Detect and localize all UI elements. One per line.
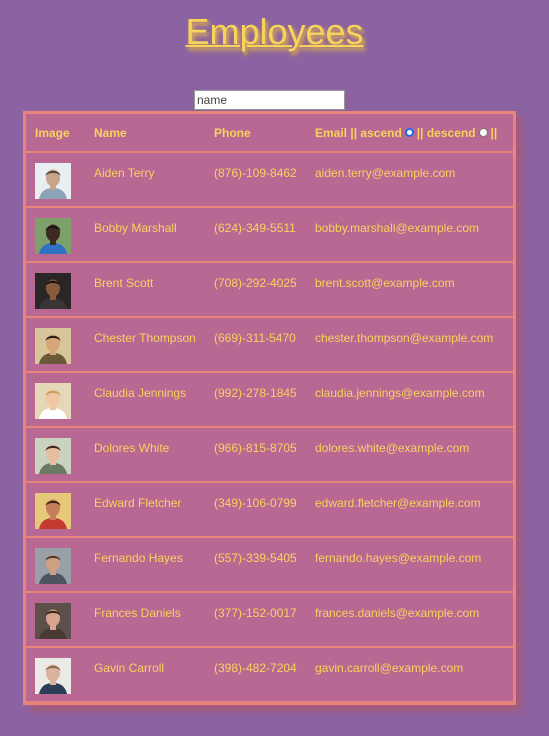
table-body: Aiden Terry (876)-109-8462 aiden.terry@exa… <box>23 153 516 701</box>
header-email-cell: Email || ascend || descend || <box>315 126 513 140</box>
employee-phone: (876)-109-8462 <box>214 166 297 180</box>
employee-table: Image Name Phone Email || ascend || desc… <box>23 111 516 705</box>
employee-name: Dolores White <box>94 441 170 455</box>
table-row: Claudia Jennings (992)-278-1845 claudia.je… <box>26 373 513 426</box>
table-row: Frances Daniels (377)-152-0017 frances.dan… <box>26 593 513 646</box>
avatar <box>35 658 71 694</box>
header-separator: || <box>416 125 424 140</box>
employee-name: Claudia Jennings <box>94 386 187 400</box>
employee-name: Brent Scott <box>94 276 154 290</box>
employee-phone: (557)-339-5405 <box>214 551 297 565</box>
employee-phone: (669)-311-5470 <box>214 331 296 345</box>
avatar-cell <box>26 548 94 584</box>
table-header-row: Image Name Phone Email || ascend || desc… <box>26 114 513 151</box>
avatar <box>35 163 71 199</box>
employee-name: Chester Thompson <box>94 331 196 345</box>
avatar <box>35 383 71 419</box>
avatar-cell <box>26 163 94 199</box>
sort-ascend-label: ascend <box>360 125 402 140</box>
employee-name: Bobby Marshall <box>94 221 177 235</box>
table-row: Fernando Hayes (557)-339-5405 fernando.hay… <box>26 538 513 591</box>
header-name[interactable]: Name <box>94 126 214 140</box>
sort-ascend-radio[interactable] <box>404 128 414 137</box>
table-row: Brent Scott (708)-292-4025 brent.scott@exa… <box>26 263 513 316</box>
table-row: Bobby Marshall (624)-349-5511 bobby.marsha… <box>26 208 513 261</box>
page: { "page_title": "Employees", "search": {… <box>0 0 549 736</box>
table-row: Aiden Terry (876)-109-8462 aiden.terry@exa… <box>26 153 513 206</box>
employee-email: aiden.terry@example.com <box>315 166 456 180</box>
sort-descend-radio[interactable] <box>478 128 488 137</box>
avatar-cell <box>26 603 94 639</box>
table-row: Gavin Carroll (398)-482-7204 gavin.carroll… <box>26 648 513 701</box>
header-separator: || <box>490 125 498 140</box>
employee-phone: (377)-152-0017 <box>214 606 297 620</box>
employee-phone: (398)-482-7204 <box>214 661 297 675</box>
employee-phone: (624)-349-5511 <box>214 221 296 235</box>
employee-name: Gavin Carroll <box>94 661 165 675</box>
table-row: Edward Fletcher (349)-106-0799 edward.flet… <box>26 483 513 536</box>
avatar <box>35 328 71 364</box>
employee-name: Frances Daniels <box>94 606 181 620</box>
header-email[interactable]: Email <box>315 126 347 140</box>
avatar-cell <box>26 328 94 364</box>
avatar-cell <box>26 493 94 529</box>
avatar <box>35 218 71 254</box>
search-input[interactable] <box>194 90 345 110</box>
employee-email: dolores.white@example.com <box>315 441 470 455</box>
avatar-cell <box>26 383 94 419</box>
employee-email: chester.thompson@example.com <box>315 331 494 345</box>
employee-email: gavin.carroll@example.com <box>315 661 464 675</box>
employee-name: Aiden Terry <box>94 166 155 180</box>
header-image: Image <box>35 125 70 140</box>
employee-email: fernando.hayes@example.com <box>315 551 482 565</box>
page-title: Employees <box>185 11 364 52</box>
avatar-cell <box>26 273 94 309</box>
employee-phone: (966)-815-8705 <box>214 441 297 455</box>
table-row: Chester Thompson (669)-311-5470 chester.th… <box>26 318 513 371</box>
employee-email: bobby.marshall@example.com <box>315 221 480 235</box>
employee-email: brent.scott@example.com <box>315 276 455 290</box>
employee-phone: (349)-106-0799 <box>214 496 297 510</box>
avatar <box>35 438 71 474</box>
avatar <box>35 548 71 584</box>
employee-email: frances.daniels@example.com <box>315 606 480 620</box>
avatar <box>35 493 71 529</box>
employee-name: Fernando Hayes <box>94 551 183 565</box>
avatar-cell <box>26 218 94 254</box>
sort-descend-label: descend <box>426 125 476 140</box>
avatar-cell <box>26 658 94 694</box>
employee-email: claudia.jennings@example.com <box>315 386 485 400</box>
avatar-cell <box>26 438 94 474</box>
employee-name: Edward Fletcher <box>94 496 182 510</box>
header-phone[interactable]: Phone <box>214 126 315 140</box>
table-row: Dolores White (966)-815-8705 dolores.white… <box>26 428 513 481</box>
avatar <box>35 273 71 309</box>
header-separator: || <box>350 125 358 140</box>
employee-email: edward.fletcher@example.com <box>315 496 481 510</box>
avatar <box>35 603 71 639</box>
employee-phone: (708)-292-4025 <box>214 276 297 290</box>
employee-phone: (992)-278-1845 <box>214 386 297 400</box>
